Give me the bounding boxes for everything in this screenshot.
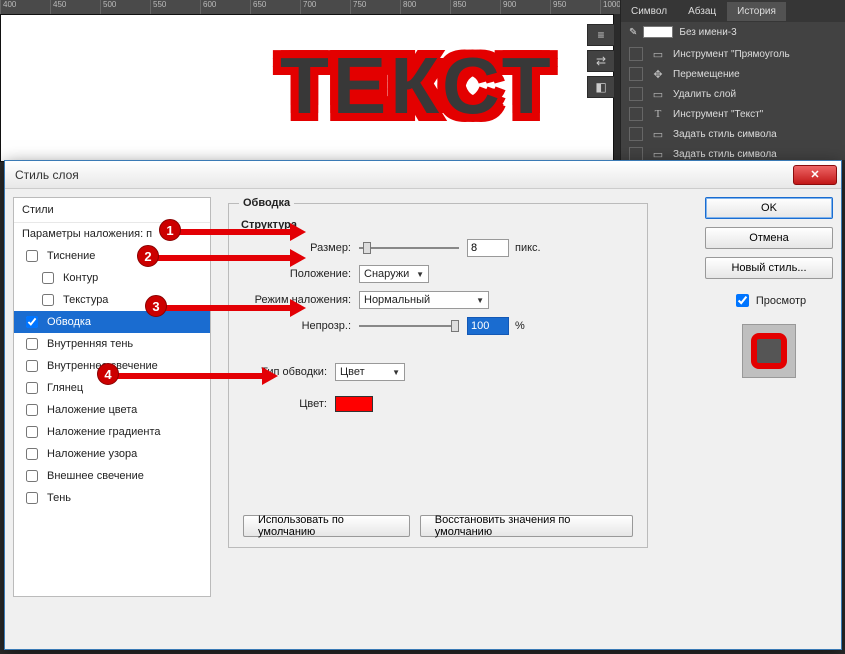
checkbox[interactable] bbox=[26, 426, 38, 438]
position-select[interactable]: Снаружи bbox=[359, 265, 429, 283]
make-default-button[interactable]: Использовать по умолчанию bbox=[243, 515, 410, 537]
style-pattern-overlay[interactable]: Наложение узора bbox=[14, 443, 210, 465]
default-buttons: Использовать по умолчанию Восстановить з… bbox=[239, 515, 637, 537]
move-icon: ✥ bbox=[651, 68, 665, 81]
dialog-buttons: OK Отмена Новый стиль... Просмотр bbox=[705, 197, 833, 384]
opacity-unit: % bbox=[515, 320, 525, 332]
annotation-badge-2: 2 bbox=[137, 245, 159, 267]
opacity-input[interactable] bbox=[467, 317, 509, 335]
blend-mode-select[interactable]: Нормальный bbox=[359, 291, 489, 309]
history-item[interactable]: ▭Инструмент "Прямоуголь bbox=[621, 44, 845, 64]
panel-tabs: Символ Абзац История bbox=[621, 0, 845, 22]
new-style-button[interactable]: Новый стиль... bbox=[705, 257, 833, 279]
preview-thumbnail bbox=[742, 324, 796, 378]
checkbox[interactable] bbox=[26, 316, 38, 328]
checkbox[interactable] bbox=[26, 360, 38, 372]
ruler-horizontal: 4004505005506006507007508008509009501000… bbox=[0, 0, 622, 14]
dialog-titlebar[interactable]: Стиль слоя ✕ bbox=[5, 161, 841, 189]
styles-header: Стили bbox=[14, 198, 210, 223]
tool-icon[interactable]: ≡ bbox=[587, 24, 615, 46]
doc-name-label: Без имени-3 bbox=[679, 27, 736, 38]
brush-icon: ✎ bbox=[629, 27, 637, 38]
history-item[interactable]: TИнструмент "Текст" bbox=[621, 104, 845, 124]
history-list: ▭Инструмент "Прямоуголь ✥Перемещение ▭Уд… bbox=[621, 42, 845, 166]
rectangle-icon: ▭ bbox=[651, 88, 665, 101]
style-color-overlay[interactable]: Наложение цвета bbox=[14, 399, 210, 421]
group-legend: Обводка bbox=[239, 197, 294, 209]
right-tool-strip: ≡ ⇄ ◧ bbox=[587, 24, 615, 98]
preview-checkbox[interactable] bbox=[736, 294, 749, 307]
tab-character[interactable]: Символ bbox=[621, 2, 677, 21]
checkbox[interactable] bbox=[26, 448, 38, 460]
checkbox[interactable] bbox=[26, 250, 38, 262]
size-input[interactable] bbox=[467, 239, 509, 257]
dialog-title: Стиль слоя bbox=[15, 168, 79, 182]
opacity-slider[interactable] bbox=[359, 318, 459, 334]
style-stroke[interactable]: Обводка bbox=[14, 311, 210, 333]
canvas-text[interactable]: ТЕКСТ bbox=[280, 40, 555, 132]
style-gradient-overlay[interactable]: Наложение градиента bbox=[14, 421, 210, 443]
annotation-badge-4: 4 bbox=[97, 363, 119, 385]
type-icon: T bbox=[651, 108, 665, 120]
size-unit: пикс. bbox=[515, 242, 541, 254]
preview-label: Просмотр bbox=[756, 295, 806, 307]
checkbox[interactable] bbox=[42, 294, 54, 306]
tab-paragraph[interactable]: Абзац bbox=[678, 2, 726, 21]
history-item[interactable]: ▭Удалить слой bbox=[621, 84, 845, 104]
cancel-button[interactable]: Отмена bbox=[705, 227, 833, 249]
style-contour[interactable]: Контур bbox=[14, 267, 210, 289]
style-outer-glow[interactable]: Внешнее свечение bbox=[14, 465, 210, 487]
color-label: Цвет: bbox=[239, 398, 335, 410]
checkbox[interactable] bbox=[42, 272, 54, 284]
annotation-arrow bbox=[155, 255, 301, 261]
history-item[interactable]: ✥Перемещение bbox=[621, 64, 845, 84]
reset-default-button[interactable]: Восстановить значения по умолчанию bbox=[420, 515, 633, 537]
checkbox[interactable] bbox=[26, 338, 38, 350]
stroke-type-select[interactable]: Цвет bbox=[335, 363, 405, 381]
checkbox[interactable] bbox=[26, 470, 38, 482]
color-swatch[interactable] bbox=[335, 396, 373, 412]
position-label: Положение: bbox=[239, 268, 359, 280]
tool-icon[interactable]: ◧ bbox=[587, 76, 615, 98]
checkbox[interactable] bbox=[26, 382, 38, 394]
annotation-arrow bbox=[115, 373, 273, 379]
stroke-type-row: Тип обводки: Цвет bbox=[239, 359, 637, 385]
right-panel: ≡ ⇄ ◧ Символ Абзац История ✎ Без имени-3… bbox=[620, 0, 845, 160]
annotation-badge-1: 1 bbox=[159, 219, 181, 241]
document-name-row: ✎ Без имени-3 bbox=[621, 22, 845, 42]
tab-history[interactable]: История bbox=[727, 2, 786, 21]
annotation-badge-3: 3 bbox=[145, 295, 167, 317]
style-inner-shadow[interactable]: Внутренняя тень bbox=[14, 333, 210, 355]
size-slider[interactable] bbox=[359, 240, 459, 256]
style-drop-shadow[interactable]: Тень bbox=[14, 487, 210, 509]
rectangle-icon: ▭ bbox=[651, 128, 665, 141]
rectangle-icon: ▭ bbox=[651, 48, 665, 61]
opacity-label: Непрозр.: bbox=[239, 320, 359, 332]
annotation-arrow bbox=[171, 229, 301, 235]
color-row: Цвет: bbox=[239, 391, 637, 417]
layer-style-dialog: Стиль слоя ✕ Стили Параметры наложения: … bbox=[4, 160, 842, 650]
checkbox[interactable] bbox=[26, 404, 38, 416]
doc-swatch bbox=[643, 26, 673, 38]
checkbox[interactable] bbox=[26, 492, 38, 504]
annotation-arrow bbox=[163, 305, 301, 311]
tool-icon[interactable]: ⇄ bbox=[587, 50, 615, 72]
rectangle-icon: ▭ bbox=[651, 148, 665, 161]
history-item[interactable]: ▭Задать стиль символа bbox=[621, 124, 845, 144]
close-button[interactable]: ✕ bbox=[793, 165, 837, 185]
ok-button[interactable]: OK bbox=[705, 197, 833, 219]
preview-checkbox-row[interactable]: Просмотр bbox=[705, 291, 833, 310]
